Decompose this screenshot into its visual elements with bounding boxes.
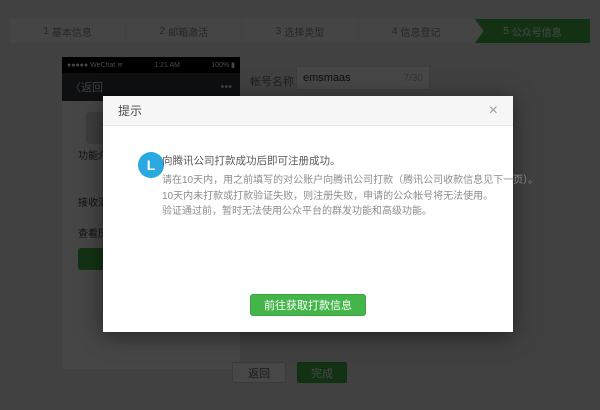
modal-title: 提示: [118, 102, 142, 119]
modal-body: L 向腾讯公司打款成功后即可注册成功。 请在10天内，用之前填写的对公账户向腾讯…: [103, 126, 513, 286]
close-icon[interactable]: ×: [489, 103, 498, 119]
get-payment-info-button[interactable]: 前往获取打款信息: [250, 294, 366, 316]
modal-footer: 前往获取打款信息: [103, 294, 513, 316]
modal-header: 提示 ×: [103, 96, 513, 126]
clock-icon: L: [138, 152, 164, 178]
detail-line: 请在10天内，用之前填写的对公账户向腾讯公司打款（腾讯公司收款信息见下一页）。: [162, 173, 538, 189]
modal-detail-lines: 请在10天内，用之前填写的对公账户向腾讯公司打款（腾讯公司收款信息见下一页）。 …: [162, 173, 538, 220]
registration-page: 1 基本信息 2 邮箱激活 3 选择类型 4 信息登记 5 公众号信息 ●●●●…: [0, 0, 600, 410]
notice-modal: 提示 × L 向腾讯公司打款成功后即可注册成功。 请在10天内，用之前填写的对公…: [103, 96, 513, 332]
detail-line: 验证通过前，暂时无法使用公众平台的群发功能和高级功能。: [162, 204, 538, 220]
modal-intro-line: 向腾讯公司打款成功后即可注册成功。: [162, 153, 341, 168]
detail-line: 10天内未打款或打款验证失败，则注册失败，申请的公众帐号将无法使用。: [162, 189, 538, 205]
